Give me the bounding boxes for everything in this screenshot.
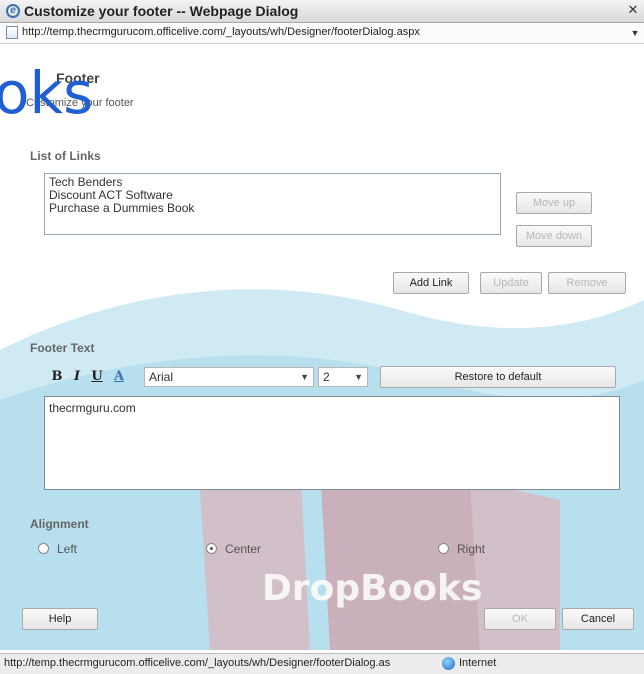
chevron-down-icon: ▼ — [354, 372, 363, 382]
footer-text-content: thecrmguru.com — [49, 401, 136, 415]
help-button[interactable]: Help — [22, 608, 98, 630]
radio-icon — [438, 543, 449, 554]
list-item[interactable]: Purchase a Dummies Book — [49, 202, 496, 215]
font-family-value: Arial — [149, 370, 174, 384]
move-up-button[interactable]: Move up — [516, 192, 592, 214]
font-family-select[interactable]: Arial ▼ — [144, 367, 314, 387]
radio-checked-icon — [206, 543, 217, 554]
move-down-button[interactable]: Move down — [516, 225, 592, 247]
align-center-label: Center — [225, 542, 262, 556]
align-left-radio[interactable]: Left — [38, 542, 77, 556]
radio-icon — [38, 543, 49, 554]
font-size-select[interactable]: 2 ▼ — [318, 367, 368, 387]
status-url: http://temp.thecrmgurucom.officelive.com… — [4, 657, 391, 669]
restore-default-button[interactable]: Restore to default — [380, 366, 616, 388]
remove-button[interactable]: Remove — [548, 272, 626, 294]
status-bar: http://temp.thecrmgurucom.officelive.com… — [0, 653, 644, 674]
footer-text-section-label: Footer Text — [30, 341, 95, 355]
align-right-label: Right — [457, 542, 486, 556]
underline-button[interactable]: U — [88, 367, 106, 387]
globe-icon — [442, 657, 455, 670]
align-center-radio[interactable]: Center — [206, 542, 261, 556]
font-size-value: 2 — [323, 370, 330, 384]
font-color-button[interactable]: A — [110, 367, 128, 387]
ie-icon: e — [6, 4, 20, 18]
italic-button[interactable]: I — [68, 367, 86, 387]
chevron-down-icon: ▼ — [300, 372, 309, 382]
links-section-label: List of Links — [30, 149, 101, 163]
watermark-text: oks — [0, 59, 94, 127]
close-icon[interactable]: ✕ — [626, 3, 640, 17]
links-listbox[interactable]: Tech Benders Discount ACT Software Purch… — [44, 173, 501, 235]
dialog-header: Footer Customize your footer — [0, 44, 644, 124]
footer-text-editor[interactable]: thecrmguru.com — [44, 396, 620, 490]
editor-toolbar: B I U A Arial ▼ 2 ▼ Restore to default — [44, 366, 620, 392]
address-bar: http://temp.thecrmgurucom.officelive.com… — [0, 23, 644, 44]
ok-button[interactable]: OK — [484, 608, 556, 630]
dialog-title: Customize your footer -- Webpage Dialog — [24, 3, 299, 19]
align-right-radio[interactable]: Right — [438, 542, 485, 556]
align-left-label: Left — [57, 542, 78, 556]
address-url: http://temp.thecrmgurucom.officelive.com… — [22, 26, 420, 38]
update-button[interactable]: Update — [480, 272, 542, 294]
security-zone: Internet — [459, 657, 497, 669]
dialog-titlebar: e Customize your footer -- Webpage Dialo… — [0, 0, 644, 23]
page-icon — [6, 26, 18, 39]
add-link-button[interactable]: Add Link — [393, 272, 469, 294]
cancel-button[interactable]: Cancel — [562, 608, 634, 630]
dialog-actions: Help OK Cancel — [0, 600, 644, 634]
alignment-section-label: Alignment — [30, 517, 89, 531]
chevron-down-icon[interactable]: ▼ — [629, 26, 641, 40]
bold-button[interactable]: B — [48, 367, 66, 387]
